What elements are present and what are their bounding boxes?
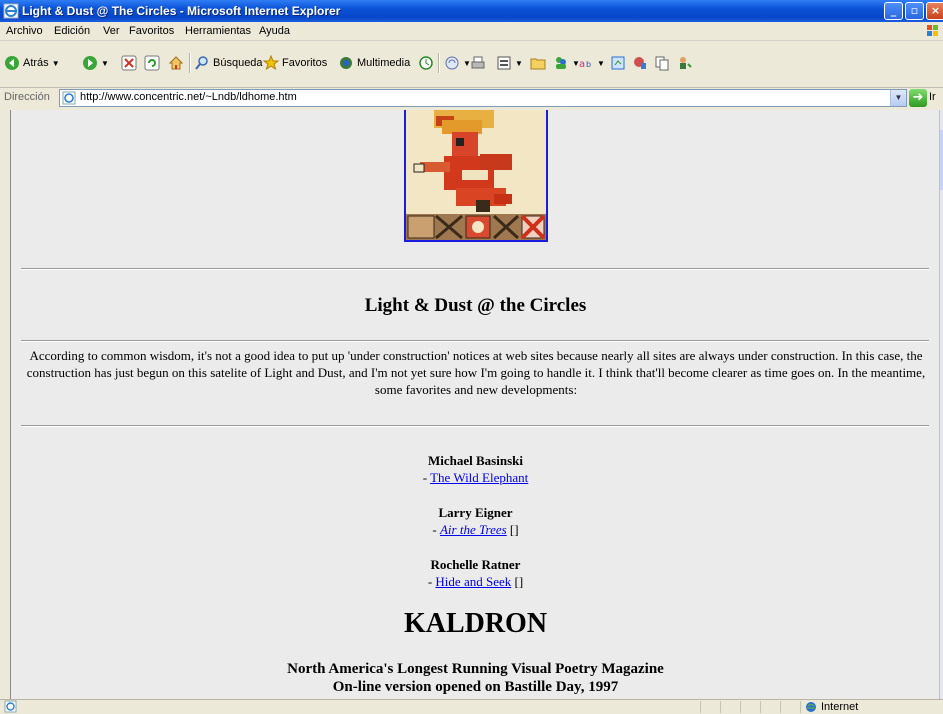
- print-icon[interactable]: [470, 53, 486, 73]
- tools-icon[interactable]: [632, 53, 648, 73]
- globe-icon: [806, 702, 816, 712]
- kaldron-subtitle: North America's Longest Running Visual P…: [287, 661, 664, 677]
- title-bar: Light & Dust @ The Circles - Microsoft I…: [0, 0, 943, 22]
- author-name: Michael Basinski: [428, 453, 523, 468]
- page-title: Light & Dust @ the Circles: [364, 295, 587, 316]
- status-cell: [800, 701, 801, 713]
- author-name: Rochelle Ratner: [430, 557, 521, 572]
- forward-button[interactable]: ▼: [82, 53, 109, 73]
- star-icon: [263, 55, 279, 71]
- menu-favoritos[interactable]: Favoritos: [129, 25, 174, 37]
- entry-prefix: -: [422, 470, 431, 485]
- toolbar-separator: [438, 53, 440, 73]
- ie-page-icon: [3, 3, 19, 19]
- svg-text:b: b: [586, 60, 591, 69]
- standard-toolbar: Atrás ▼ ▼ Búsqueda Favoritos Multimedia …: [0, 41, 943, 88]
- status-cell: [740, 701, 741, 713]
- status-bar: Internet: [0, 699, 943, 714]
- address-bar: Dirección http://www.concentric.net/~Lnd…: [0, 88, 943, 108]
- copy-icon[interactable]: [654, 53, 670, 73]
- go-arrow-icon[interactable]: ➜: [909, 89, 927, 107]
- ie-page-icon: [62, 91, 76, 105]
- back-label: Atrás: [23, 57, 49, 69]
- search-label: Búsqueda: [213, 57, 263, 69]
- stop-icon[interactable]: [121, 53, 137, 73]
- entry-prefix: -: [432, 522, 440, 537]
- minimize-button[interactable]: _: [884, 2, 903, 20]
- divider: [21, 340, 929, 342]
- mail-button[interactable]: ▼: [444, 53, 471, 73]
- favorites-label: Favoritos: [282, 57, 328, 69]
- search-button[interactable]: Búsqueda: [194, 53, 263, 73]
- refresh-icon[interactable]: [144, 53, 160, 73]
- work-link[interactable]: Air the Trees: [440, 522, 507, 537]
- entry-suffix: []: [511, 574, 524, 589]
- media-button[interactable]: Multimedia: [338, 53, 410, 73]
- translate-icon: ab: [579, 59, 591, 70]
- security-zone: Internet: [805, 701, 858, 713]
- close-button[interactable]: ×: [926, 2, 943, 20]
- vertical-scrollbar[interactable]: [939, 110, 943, 699]
- svg-text:a: a: [579, 59, 585, 70]
- menu-ayuda[interactable]: Ayuda: [259, 25, 290, 37]
- forward-arrow-icon: [83, 56, 97, 70]
- kaldron-opening-note: On-line version opened on Bastille Day, …: [332, 679, 619, 695]
- status-cell: [720, 701, 721, 713]
- status-cell: [760, 701, 761, 713]
- menu-archivo[interactable]: Archivo: [6, 25, 43, 37]
- work-link[interactable]: Hide and Seek: [435, 574, 511, 589]
- aztec-codex-image: [404, 110, 548, 242]
- home-icon[interactable]: [168, 53, 184, 73]
- windows-logo-icon: [927, 25, 938, 36]
- media-label: Multimedia: [357, 57, 411, 69]
- mail-icon: [445, 56, 459, 70]
- toolbar-separator: [189, 53, 191, 73]
- search-icon: [195, 56, 208, 70]
- go-label[interactable]: Ir: [929, 91, 936, 103]
- favorites-button[interactable]: Favoritos: [263, 53, 327, 73]
- menu-bar: Archivo Edición Ver Favoritos Herramient…: [0, 22, 943, 41]
- edit-page-icon: [497, 56, 511, 70]
- address-dropdown-icon[interactable]: ▼: [890, 90, 906, 106]
- folder-icon[interactable]: [530, 53, 546, 73]
- window-title: Light & Dust @ The Circles - Microsoft I…: [22, 4, 341, 18]
- author-name: Larry Eigner: [438, 505, 513, 520]
- media-icon: [340, 57, 352, 69]
- page-content: Light & Dust @ the Circles According to …: [10, 110, 940, 699]
- divider: [21, 425, 929, 427]
- back-arrow-icon: [5, 56, 19, 70]
- messenger-button[interactable]: ▼: [553, 53, 580, 73]
- window-icon[interactable]: [610, 53, 626, 73]
- list-item: Michael Basinski - The Wild Elephant: [11, 452, 940, 486]
- menu-herramientas[interactable]: Herramientas: [185, 25, 251, 37]
- back-dropdown-icon[interactable]: ▼: [52, 59, 60, 68]
- translate-dropdown-icon[interactable]: ▼: [597, 59, 605, 68]
- edit-dropdown-icon[interactable]: ▼: [515, 59, 523, 68]
- menu-ver[interactable]: Ver: [103, 25, 120, 37]
- work-link[interactable]: The Wild Elephant: [430, 470, 528, 485]
- menu-edicion[interactable]: Edición: [54, 25, 90, 37]
- divider: [21, 268, 929, 270]
- status-cell: [700, 701, 701, 713]
- back-button[interactable]: Atrás ▼: [4, 53, 60, 73]
- messenger-icon: [556, 57, 566, 69]
- page-status-icon: [4, 700, 17, 713]
- address-label: Dirección: [4, 91, 50, 103]
- kaldron-heading: KALDRON: [403, 608, 548, 639]
- intro-paragraph: According to common wisdom, it's not a g…: [26, 348, 926, 397]
- status-cell: [780, 701, 781, 713]
- edit-button[interactable]: ▼: [496, 53, 523, 73]
- history-icon[interactable]: [418, 53, 434, 73]
- address-url: http://www.concentric.net/~Lndb/ldhome.h…: [80, 91, 297, 103]
- zone-label: Internet: [821, 701, 859, 713]
- list-item: Rochelle Ratner - Hide and Seek []: [11, 556, 940, 590]
- address-input[interactable]: http://www.concentric.net/~Lndb/ldhome.h…: [59, 89, 907, 107]
- user-icon[interactable]: [676, 53, 692, 73]
- translate-button[interactable]: ab ▼: [578, 53, 605, 73]
- maximize-button[interactable]: ▫: [905, 2, 924, 20]
- forward-dropdown-icon[interactable]: ▼: [101, 59, 109, 68]
- entry-suffix: []: [506, 522, 519, 537]
- list-item: Larry Eigner - Air the Trees []: [11, 504, 940, 538]
